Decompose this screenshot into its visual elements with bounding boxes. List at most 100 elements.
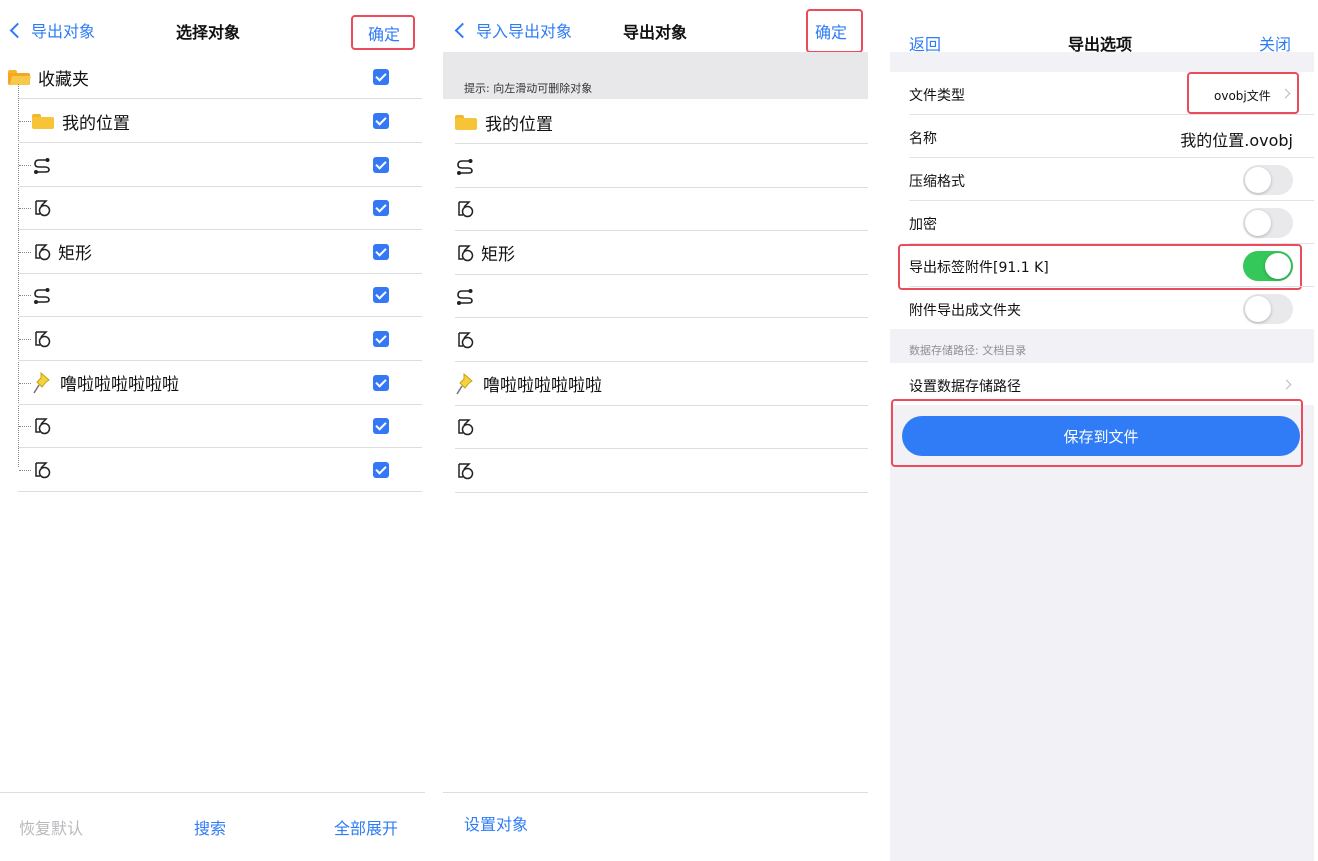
tree-item[interactable] [32, 143, 362, 187]
tree-branch-line [19, 208, 31, 210]
tree-item[interactable] [32, 186, 362, 230]
checkbox-checked[interactable] [373, 287, 389, 304]
search-button[interactable]: 搜索 [194, 815, 226, 839]
bottom-toolbar: 恢复默认 搜索 全部展开 [0, 792, 425, 861]
tree-branch-line [19, 382, 31, 384]
chevron-left-icon [454, 22, 471, 38]
bottom-toolbar: 设置对象 [443, 792, 868, 861]
list-item-label: 噜啦啦啦啦啦啦 [483, 376, 602, 397]
back-button[interactable]: 导出对象 [8, 18, 95, 42]
tree-item[interactable] [32, 448, 362, 492]
file-type-label: 文件类型 [909, 88, 965, 104]
name-row[interactable]: 名称 我的位置.ovobj [890, 115, 1314, 158]
list-item-label: 矩形 [481, 245, 515, 266]
checkbox-checked[interactable] [373, 69, 389, 85]
hint-text: 提示: 向左滑动可删除对象 [464, 82, 593, 95]
export-list-item[interactable]: 矩形 [455, 231, 855, 275]
export-list-item[interactable] [455, 405, 855, 449]
save-to-file-button[interactable]: 保存到文件 [902, 416, 1300, 456]
export-list-item[interactable]: 噜啦啦啦啦啦啦 [455, 362, 855, 406]
back-button[interactable]: 返回 [909, 31, 941, 55]
export-attachment-label: 导出标签附件[91.1 K] [909, 260, 1049, 276]
back-button[interactable]: 导入导出对象 [453, 18, 572, 42]
checkbox-checked[interactable] [373, 374, 389, 391]
select-objects-panel: 导出对象 选择对象 确定 收藏夹 我的位置矩形噜啦啦啦啦啦啦 恢复默认 搜索 全… [0, 0, 425, 861]
route-icon [34, 288, 50, 305]
checkbox-checked[interactable] [373, 418, 389, 435]
tree-branch-line [19, 469, 31, 471]
export-list-item[interactable] [455, 187, 855, 231]
row-divider [18, 490, 422, 492]
attachment-folder-toggle[interactable] [1243, 294, 1293, 324]
confirm-button[interactable]: 确定 [350, 15, 416, 50]
export-list-item[interactable] [455, 318, 855, 362]
shape-icon [458, 463, 474, 480]
hint-banner: 提示: 向左滑动可删除对象 [443, 52, 868, 99]
tree-branch-line [19, 251, 31, 253]
file-type-value: ovobj文件 [1214, 89, 1271, 103]
shape-icon [35, 418, 51, 435]
navigation-bar: 导出对象 选择对象 确定 [0, 0, 425, 52]
shape-icon [458, 419, 474, 436]
attachment-folder-label: 附件导出成文件夹 [909, 303, 1021, 319]
page-title: 选择对象 [176, 23, 241, 42]
row-divider [455, 491, 868, 493]
folder-icon [455, 114, 477, 130]
encrypt-toggle[interactable] [1243, 208, 1293, 238]
tree-branch-line [19, 339, 31, 340]
shape-icon [35, 200, 51, 217]
tree-item[interactable] [32, 273, 362, 317]
checkbox-checked[interactable] [373, 200, 389, 217]
export-options-panel: 返回 导出选项 关闭 文件类型 ovobj文件 名称 我的位置.ovobj 压缩… [890, 0, 1314, 861]
tree-branch-line [19, 295, 31, 297]
file-type-selector[interactable]: ovobj文件 [1187, 72, 1299, 114]
storage-path-hint: 数据存储路径: 文档目录 [909, 344, 1027, 357]
file-type-row[interactable]: 文件类型 ovobj文件 [890, 72, 1314, 115]
name-label: 名称 [909, 131, 937, 147]
encrypt-row: 加密 [890, 201, 1314, 244]
tree-item[interactable]: 矩形 [32, 230, 362, 274]
compress-toggle[interactable] [1243, 165, 1293, 195]
tree-item-label: 我的位置 [62, 113, 130, 134]
checkbox-checked[interactable] [373, 461, 389, 478]
attachment-folder-row: 附件导出成文件夹 [890, 287, 1314, 330]
route-icon [457, 158, 473, 175]
name-value: 我的位置.ovobj [1180, 131, 1293, 150]
export-list-item[interactable] [455, 449, 855, 493]
tree-item[interactable] [32, 317, 362, 361]
tree-item-label: 收藏夹 [38, 69, 89, 90]
export-attachment-toggle[interactable] [1243, 251, 1293, 281]
page-title: 导出选项 [1068, 35, 1133, 54]
back-button-label: 导入导出对象 [476, 22, 573, 41]
tree-item[interactable] [32, 404, 362, 448]
compress-label: 压缩格式 [909, 174, 965, 190]
tree-item[interactable]: 噜啦啦啦啦啦啦 [32, 361, 362, 405]
expand-all-button[interactable]: 全部展开 [334, 815, 398, 839]
export-list-item[interactable] [455, 274, 855, 318]
checkbox-checked[interactable] [373, 113, 389, 129]
encrypt-label: 加密 [909, 217, 937, 233]
restore-default-button[interactable]: 恢复默认 [19, 815, 83, 839]
checkbox-checked[interactable] [373, 331, 389, 347]
export-list-item[interactable] [455, 144, 855, 188]
checkbox-checked[interactable] [373, 243, 389, 260]
folder-icon [32, 113, 54, 129]
chevron-right-icon [1280, 88, 1291, 99]
chevron-left-icon [9, 22, 26, 38]
tree-item-label: 噜啦啦啦啦啦啦 [60, 375, 179, 396]
close-button[interactable]: 关闭 [1259, 31, 1291, 55]
set-objects-button[interactable]: 设置对象 [464, 811, 528, 835]
tree-root-favorites[interactable]: 收藏夹 [8, 55, 408, 99]
back-button-label: 导出对象 [31, 22, 96, 41]
tree-branch-line [19, 426, 31, 428]
confirm-button[interactable]: 确定 [805, 9, 864, 53]
pushpin-icon [456, 372, 473, 395]
storage-group: 设置数据存储路径 [890, 363, 1314, 405]
tree-branch-line [19, 164, 31, 166]
export-list-item[interactable]: 我的位置 [455, 100, 855, 144]
tree-item-label: 矩形 [58, 244, 92, 265]
set-storage-path-row[interactable]: 设置数据存储路径 [890, 363, 1314, 406]
tree-item[interactable]: 我的位置 [32, 99, 362, 143]
route-icon [457, 289, 473, 306]
checkbox-checked[interactable] [373, 156, 389, 173]
